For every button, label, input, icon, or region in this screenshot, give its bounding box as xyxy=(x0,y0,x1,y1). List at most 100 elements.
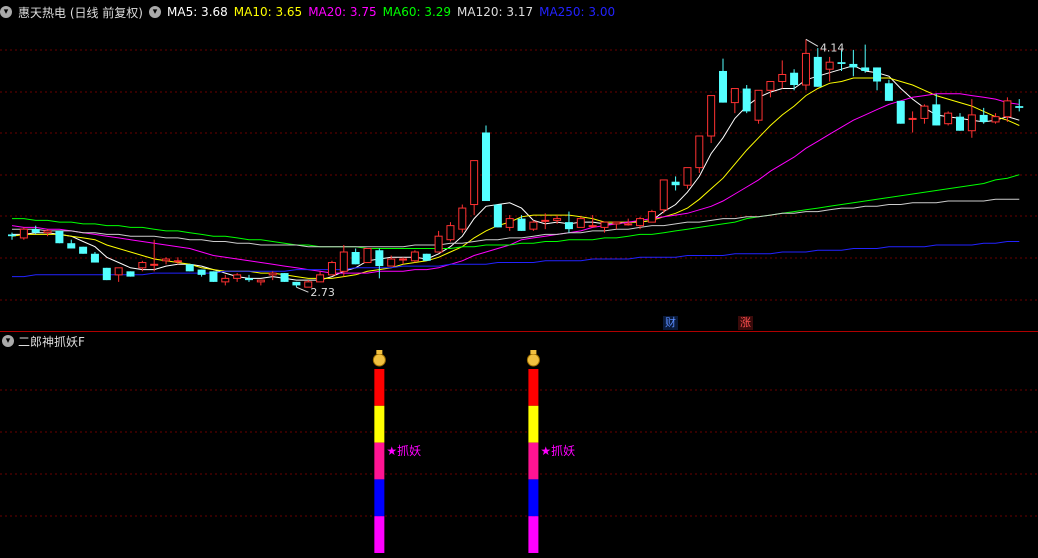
candle[interactable] xyxy=(576,216,585,228)
candlestick-series[interactable] xyxy=(8,39,1024,288)
chart-canvas[interactable]: 4.14 2.73 ★抓妖 ★抓妖 xyxy=(0,0,1038,558)
candle[interactable] xyxy=(683,167,692,189)
stock-title[interactable]: 惠天热电 (日线 前复权) xyxy=(18,4,143,21)
candle[interactable] xyxy=(233,273,242,282)
money-bag-tie-icon xyxy=(376,350,383,354)
candle-body-up xyxy=(470,160,479,206)
candle[interactable] xyxy=(873,67,882,91)
candle[interactable] xyxy=(316,271,325,283)
moving-average-lines xyxy=(11,65,1020,281)
candle[interactable] xyxy=(505,215,514,231)
indicator-name[interactable]: 二郎神抓妖F xyxy=(18,333,85,350)
candle[interactable] xyxy=(256,279,265,286)
candle[interactable] xyxy=(90,252,99,263)
candle[interactable] xyxy=(861,44,870,73)
candle[interactable] xyxy=(647,209,656,223)
candle[interactable] xyxy=(1015,99,1024,112)
candle[interactable] xyxy=(707,95,716,144)
candle-body-up xyxy=(316,274,325,283)
signal-label: ★抓妖 xyxy=(540,444,575,458)
candle[interactable] xyxy=(268,271,277,281)
candle[interactable] xyxy=(67,239,76,249)
candle[interactable] xyxy=(730,88,739,114)
candle[interactable] xyxy=(790,69,799,91)
candle[interactable] xyxy=(55,230,64,244)
candle[interactable] xyxy=(719,58,727,103)
money-bag-tie-icon xyxy=(530,350,537,354)
event-badge-finance[interactable]: 财 xyxy=(663,316,678,330)
candle[interactable] xyxy=(102,267,111,281)
candle[interactable] xyxy=(482,125,490,202)
candle[interactable] xyxy=(292,281,301,288)
candle[interactable] xyxy=(766,81,775,98)
candle[interactable] xyxy=(162,257,171,265)
candle[interactable] xyxy=(825,56,834,82)
candle[interactable] xyxy=(209,271,218,282)
candle[interactable] xyxy=(280,273,289,282)
candle[interactable] xyxy=(896,100,905,124)
candle[interactable] xyxy=(470,160,479,216)
candle[interactable] xyxy=(908,111,917,133)
candle[interactable] xyxy=(671,176,680,191)
chevron-down-icon[interactable]: ▾ xyxy=(2,335,14,347)
candle[interactable] xyxy=(612,221,621,230)
candle-body-down xyxy=(292,281,301,286)
candle-body-up xyxy=(588,225,597,228)
candle[interactable] xyxy=(114,267,123,282)
candle-body-up xyxy=(387,258,396,267)
candle[interactable] xyxy=(754,89,763,124)
candle[interactable] xyxy=(327,260,336,276)
candle[interactable] xyxy=(1003,97,1012,122)
signal-bar-segment xyxy=(528,442,539,480)
candle[interactable] xyxy=(126,271,135,277)
candle[interactable] xyxy=(351,248,360,265)
candle[interactable] xyxy=(695,135,704,173)
candle[interactable] xyxy=(956,113,964,131)
candle[interactable] xyxy=(19,227,28,240)
candle[interactable] xyxy=(446,222,455,242)
candle-body-down xyxy=(837,62,846,64)
candle[interactable] xyxy=(150,239,159,272)
signal-column[interactable]: ★抓妖 xyxy=(526,350,575,553)
candle[interactable] xyxy=(517,215,526,231)
candle-body-down xyxy=(280,273,289,282)
candle[interactable] xyxy=(79,246,88,254)
candle-body-up xyxy=(221,277,230,283)
candle[interactable] xyxy=(363,247,372,264)
candle[interactable] xyxy=(932,93,941,126)
candle-body-up xyxy=(624,223,633,226)
candle[interactable] xyxy=(778,60,787,89)
candle[interactable] xyxy=(588,215,597,228)
candle[interactable] xyxy=(493,204,502,228)
candle-body-down xyxy=(861,67,870,71)
candle[interactable] xyxy=(991,113,1000,124)
candle[interactable] xyxy=(197,269,206,277)
candle[interactable] xyxy=(185,264,194,272)
candle[interactable] xyxy=(920,104,929,124)
signal-bar-segment xyxy=(374,479,385,517)
chevron-down-icon[interactable]: ▾ xyxy=(0,6,12,18)
candle[interactable] xyxy=(884,79,893,101)
candle-body-up xyxy=(446,225,455,241)
candle-body-up xyxy=(505,218,514,228)
candle[interactable] xyxy=(375,248,384,279)
candle[interactable] xyxy=(541,213,550,230)
settings-toggle-icon[interactable]: ▾ xyxy=(149,6,161,18)
candle[interactable] xyxy=(944,111,953,126)
event-badge-limit-up[interactable]: 涨 xyxy=(738,316,753,330)
candle[interactable] xyxy=(434,230,443,253)
candle[interactable] xyxy=(410,250,419,263)
candle[interactable] xyxy=(742,85,751,114)
signal-bar-segment xyxy=(528,405,539,443)
signal-column[interactable]: ★抓妖 xyxy=(372,350,421,553)
candle[interactable] xyxy=(458,204,467,233)
candle[interactable] xyxy=(659,179,668,214)
ma5-line xyxy=(12,65,1020,281)
candle[interactable] xyxy=(801,39,810,91)
candle[interactable] xyxy=(221,274,230,286)
candle[interactable] xyxy=(422,253,431,261)
candle[interactable] xyxy=(529,220,538,231)
candle[interactable] xyxy=(245,274,253,282)
candle[interactable] xyxy=(849,49,858,77)
indicator-panel[interactable]: ★抓妖 ★抓妖 xyxy=(372,350,575,553)
